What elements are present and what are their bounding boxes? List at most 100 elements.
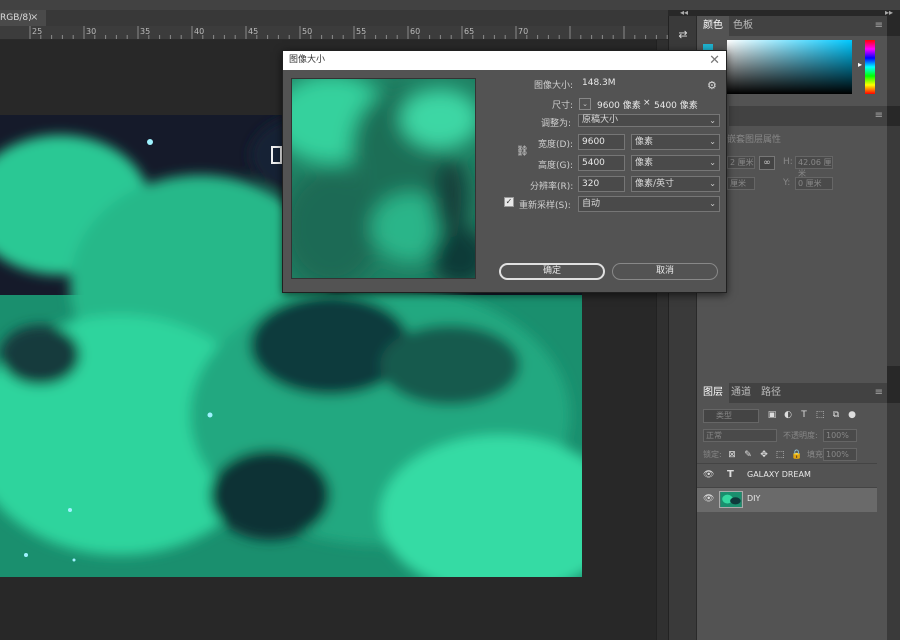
ruler-number: 55	[356, 27, 367, 36]
chevron-down-icon: ⌄	[709, 137, 716, 146]
layers-panel-scrollbar[interactable]	[887, 403, 900, 640]
ok-button[interactable]: 确定	[499, 263, 605, 280]
height-input[interactable]: 5400	[578, 155, 625, 171]
y-field[interactable]: 0 厘米	[795, 177, 833, 190]
color-panel-tabs: 颜色 色板 ≡	[697, 16, 887, 36]
layer-filter-bar: 类型 ▣ ◐ T ⬚ ⧉ ●	[699, 407, 885, 425]
lock-move-icon[interactable]: ✥	[759, 450, 769, 460]
width-label: 宽度(D):	[538, 140, 573, 150]
fill-field[interactable]: 100%	[823, 448, 857, 461]
fit-to-select[interactable]: 原稿大小 ⌄	[578, 114, 720, 127]
top-strip	[0, 0, 900, 10]
blend-row: 正常 不透明度: 100%	[699, 428, 885, 444]
hue-slider-handle-icon[interactable]: ▸	[858, 60, 862, 69]
text-layer-icon: T	[727, 469, 734, 480]
lock-all-icon[interactable]: 🔒	[791, 450, 802, 460]
filter-pixel-icon[interactable]: ▣	[767, 410, 777, 420]
ruler-number: 40	[194, 27, 205, 36]
panel-menu-icon[interactable]: ≡	[875, 110, 883, 121]
tab-color[interactable]: 颜色	[697, 16, 729, 36]
adjustments-panel-scrollbar[interactable]	[887, 126, 900, 366]
resample-select[interactable]: 自动 ⌄	[578, 196, 720, 212]
layer-thumbnail	[719, 491, 743, 508]
width-unit-select[interactable]: 像素 ⌄	[631, 134, 720, 150]
document-tab-label: RGB/8)	[0, 13, 32, 23]
resolution-input[interactable]: 320	[578, 176, 625, 192]
lock-row: 锁定: ⊠ ✎ ✥ ⬚ 🔒 填充: 100%	[699, 447, 885, 463]
layer-row[interactable]: 👁 T GALAXY DREAM	[697, 463, 877, 487]
link-dimensions-icon[interactable]: ∞	[759, 156, 775, 170]
layer-name[interactable]: GALAXY DREAM	[747, 470, 811, 479]
image-preview[interactable]	[291, 78, 476, 279]
dimensions-height: 5400 像素	[654, 101, 698, 111]
lock-paint-icon[interactable]: ✎	[743, 450, 753, 460]
image-size-dialog: 图像大小 ✕ 图像大小: 148.3M ⚙ 尺寸: ⌄ 9600 像素 × 54…	[282, 50, 727, 293]
image-size-label: 图像大小:	[534, 81, 574, 91]
constrain-proportions-icon[interactable]: ⛓	[516, 146, 529, 157]
layers-panel: 图层 通道 路径 ≡ 类型 ▣ ◐ T ⬚ ⧉ ● 正常 不透明度: 100% …	[696, 383, 887, 640]
color-panel-scrollbar[interactable]	[887, 36, 900, 106]
layer-name[interactable]: DIY	[747, 494, 760, 503]
hue-slider[interactable]	[865, 40, 875, 94]
height-unit-value: 像素	[635, 158, 654, 168]
chevron-down-icon: ⌄	[709, 199, 716, 208]
x-field[interactable]: 厘米	[727, 177, 755, 190]
fit-to-value: 原稿大小	[582, 115, 619, 125]
chevron-down-icon: ⌄	[709, 179, 716, 188]
layer-filter-select[interactable]: 类型	[703, 409, 759, 423]
photoshop-window: RGB/8) × ◂◂ ▸▸ 25 30 35 40 45 50 55 60 6…	[0, 0, 900, 640]
panel-menu-icon[interactable]: ≡	[875, 387, 883, 398]
width-field[interactable]: 2 厘米	[727, 156, 755, 169]
document-tab-bar	[46, 10, 668, 26]
tab-paths[interactable]: 路径	[755, 383, 787, 403]
color-picker-field[interactable]	[727, 40, 852, 94]
lock-artboard-icon[interactable]: ⬚	[775, 450, 785, 460]
filter-type-icon[interactable]: T	[799, 410, 809, 420]
y-label: Y:	[783, 178, 791, 188]
tab-swatches[interactable]: 色板	[727, 16, 759, 36]
ruler-number: 50	[302, 27, 313, 36]
chevron-down-icon: ⌄	[709, 158, 716, 167]
filter-adjustment-icon[interactable]: ◐	[783, 410, 793, 420]
resample-checkbox[interactable]: ✓	[504, 197, 514, 207]
visibility-eye-icon[interactable]: 👁	[703, 494, 715, 506]
tab-channels[interactable]: 通道	[725, 383, 757, 403]
horizontal-ruler: 25 30 35 40 45 50 55 60 65 70	[0, 26, 668, 40]
h-label: H:	[783, 157, 793, 167]
lock-transparency-icon[interactable]: ⊠	[727, 450, 737, 460]
fit-to-label: 调整为:	[541, 119, 572, 129]
height-field[interactable]: 42.06 厘米	[795, 156, 833, 178]
document-tab[interactable]: RGB/8) ×	[0, 10, 46, 26]
dialog-close-icon[interactable]: ✕	[709, 51, 720, 70]
document-tab-close-icon[interactable]: ×	[30, 10, 38, 26]
layer-filter-placeholder: 类型	[716, 411, 732, 420]
dimensions-label: 尺寸:	[552, 101, 574, 111]
resample-label: 重新采样(S):	[519, 201, 571, 211]
ruler-number: 60	[410, 27, 421, 36]
filter-smartobject-icon[interactable]: ⧉	[831, 410, 841, 420]
resolution-unit-value: 像素/英寸	[635, 179, 675, 189]
image-size-value: 148.3M	[582, 78, 616, 88]
resolution-unit-select[interactable]: 像素/英寸 ⌄	[631, 176, 720, 192]
panel-menu-icon[interactable]: ≡	[875, 20, 883, 31]
settings-gear-icon[interactable]: ⚙	[707, 79, 717, 92]
layer-row-selected[interactable]: 👁 DIY	[697, 487, 877, 512]
visibility-eye-icon[interactable]: 👁	[703, 470, 715, 482]
filter-shape-icon[interactable]: ⬚	[815, 410, 825, 420]
opacity-field[interactable]: 100%	[823, 429, 857, 442]
ruler-number: 65	[464, 27, 475, 36]
width-unit-value: 像素	[635, 137, 654, 147]
history-panel-icon[interactable]: ⇄	[675, 28, 691, 44]
cancel-button[interactable]: 取消	[612, 263, 718, 280]
ruler-number: 25	[32, 27, 43, 36]
dimensions-unit-chevron-icon[interactable]: ⌄	[579, 98, 591, 110]
ruler-number: 35	[140, 27, 151, 36]
width-input[interactable]: 9600	[578, 134, 625, 150]
dialog-title-bar[interactable]: 图像大小 ✕	[283, 51, 726, 70]
filter-toggle-icon[interactable]: ●	[847, 410, 857, 420]
height-unit-select[interactable]: 像素 ⌄	[631, 155, 720, 171]
height-label: 高度(G):	[538, 161, 574, 171]
dimensions-width: 9600 像素	[597, 101, 641, 111]
blend-mode-select[interactable]: 正常	[703, 429, 777, 442]
dimensions-times: ×	[643, 98, 651, 108]
